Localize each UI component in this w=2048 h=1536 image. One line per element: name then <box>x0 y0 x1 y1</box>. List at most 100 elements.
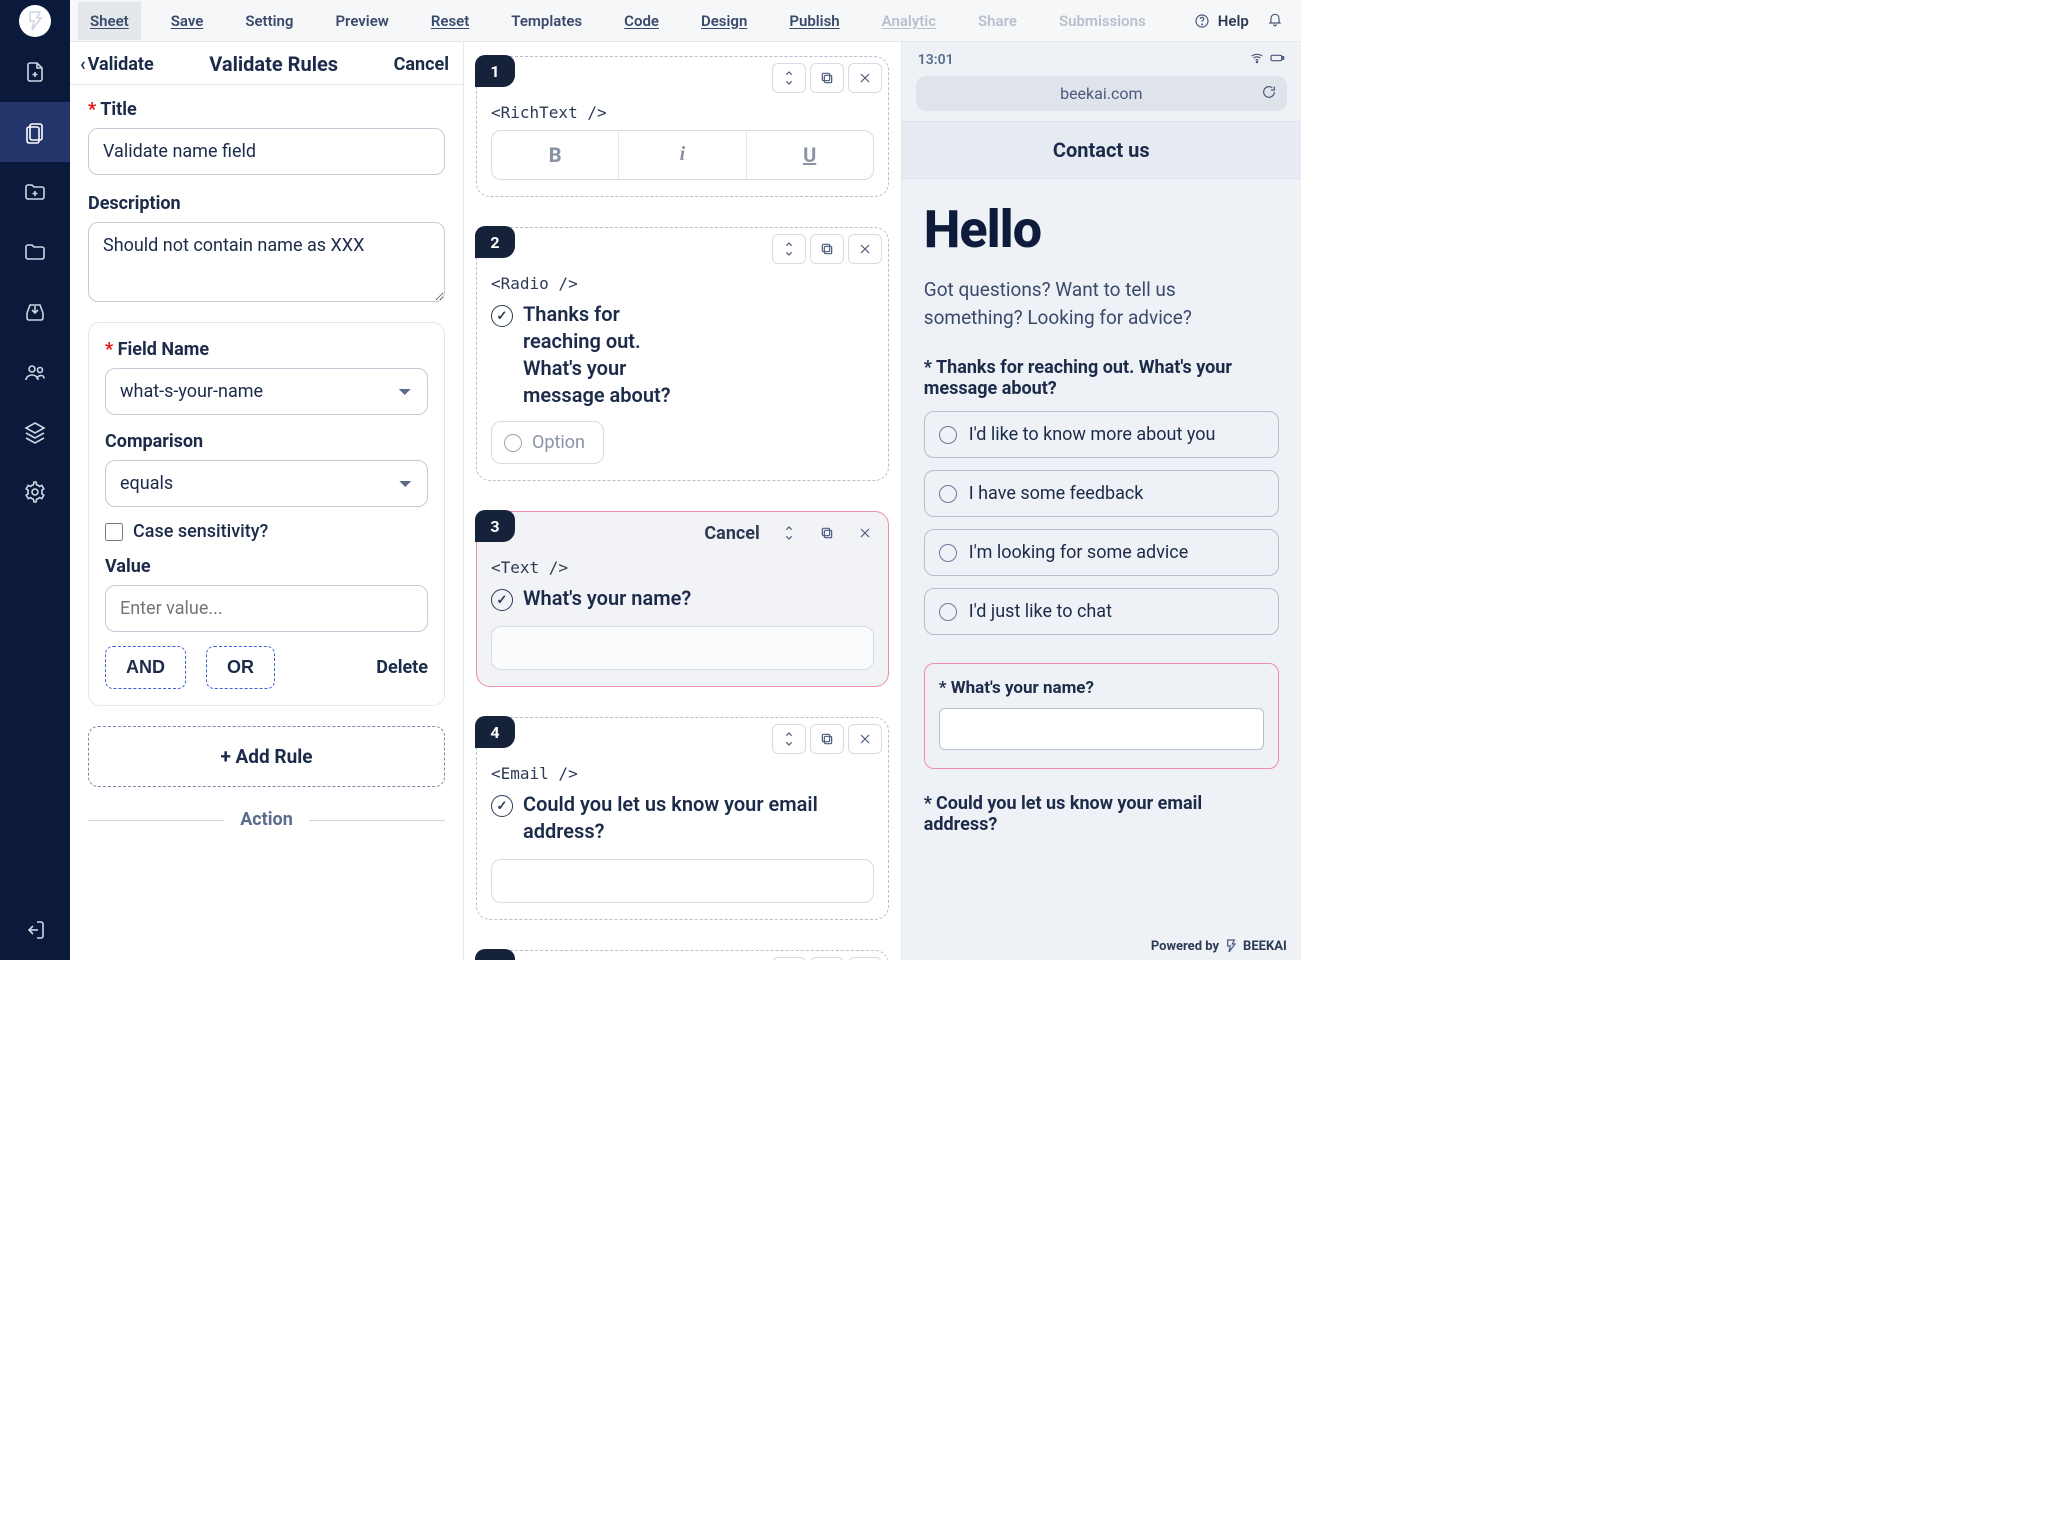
rail-folder[interactable] <box>0 222 70 282</box>
copy-icon[interactable] <box>810 63 844 93</box>
text-input-placeholder[interactable] <box>491 626 874 670</box>
rail-users[interactable] <box>0 342 70 402</box>
preview-option[interactable]: I'm looking for some advice <box>924 529 1279 576</box>
block-number: 4 <box>475 716 515 748</box>
status-icons <box>1249 50 1284 70</box>
preview-option[interactable]: I'd like to know more about you <box>924 411 1279 458</box>
preview-options: I'd like to know more about you I have s… <box>924 411 1279 635</box>
menu-templates[interactable]: Templates <box>499 2 594 40</box>
block-text[interactable]: 3 Cancel <Text /> What's your name? <box>476 511 889 687</box>
chevron-left-icon: ‹ <box>80 54 86 75</box>
move-icon[interactable] <box>772 518 806 548</box>
rule-group: Field Name what-s-your-name Comparison e… <box>88 322 445 706</box>
menu-analytic: Analytic <box>870 2 948 40</box>
move-icon[interactable] <box>772 63 806 93</box>
block-number: 5 <box>475 949 515 960</box>
add-rule-button[interactable]: + Add Rule <box>88 726 445 787</box>
rail-settings[interactable] <box>0 462 70 522</box>
value-label: Value <box>105 556 428 577</box>
close-icon[interactable] <box>848 234 882 264</box>
close-icon[interactable] <box>848 724 882 754</box>
side-rail <box>0 0 70 960</box>
menu-sheet[interactable]: Sheet <box>78 2 141 40</box>
copy-icon[interactable] <box>810 518 844 548</box>
description-input[interactable]: Should not contain name as XXX <box>88 222 445 302</box>
wifi-icon <box>1249 50 1265 66</box>
copy-icon[interactable] <box>810 724 844 754</box>
title-input[interactable] <box>88 128 445 175</box>
block-cancel[interactable]: Cancel <box>704 523 759 544</box>
block-radio[interactable]: 2 <Radio /> Thanks for reaching out. Wha… <box>476 227 889 481</box>
status-clock: 13:01 <box>918 52 954 68</box>
or-button[interactable]: OR <box>206 646 275 689</box>
radio-icon <box>939 426 957 444</box>
menu-reset[interactable]: Reset <box>419 2 481 40</box>
menubar: Sheet Save Setting Preview Reset Templat… <box>70 0 1301 42</box>
move-icon[interactable] <box>772 724 806 754</box>
required-check-icon <box>491 305 513 327</box>
rail-logout[interactable] <box>0 900 70 960</box>
bold-button[interactable]: B <box>492 131 619 179</box>
rail-clipboard[interactable] <box>0 102 70 162</box>
format-toolbar: B i U <box>491 130 874 180</box>
rail-new-file[interactable] <box>0 42 70 102</box>
panel-cancel[interactable]: Cancel <box>394 54 449 75</box>
copy-icon[interactable] <box>810 957 844 960</box>
copy-icon[interactable] <box>810 234 844 264</box>
value-input[interactable] <box>105 585 428 632</box>
block-email[interactable]: 4 <Email /> Could you let us know your e… <box>476 717 889 920</box>
battery-icon <box>1269 50 1285 66</box>
preview-name-input[interactable] <box>939 708 1264 750</box>
notifications-icon[interactable] <box>1267 11 1283 31</box>
italic-button[interactable]: i <box>619 131 746 179</box>
back-to-validate[interactable]: ‹ Validate <box>80 54 154 75</box>
radio-icon <box>504 434 522 452</box>
menu-publish[interactable]: Publish <box>777 2 851 40</box>
menu-setting[interactable]: Setting <box>233 2 305 40</box>
help-icon <box>1194 13 1210 29</box>
required-check-icon <box>491 795 513 817</box>
powered-by: Powered by BEEKAI <box>1151 938 1287 954</box>
rail-layers[interactable] <box>0 402 70 462</box>
rail-new-folder[interactable] <box>0 162 70 222</box>
close-icon[interactable] <box>848 63 882 93</box>
action-section-header: Action <box>88 809 445 830</box>
radio-option[interactable]: Option <box>491 421 604 464</box>
preview-url-bar[interactable]: beekai.com <box>916 76 1287 111</box>
delete-rule-button[interactable]: Delete <box>376 657 428 678</box>
radio-icon <box>939 485 957 503</box>
move-icon[interactable] <box>772 957 806 960</box>
block-tag: <Email /> <box>491 764 874 783</box>
description-label: Description <box>88 193 445 214</box>
preview-option[interactable]: I have some feedback <box>924 470 1279 517</box>
preview-question-1: *Thanks for reaching out. What's your me… <box>924 357 1279 399</box>
underline-button[interactable]: U <box>747 131 873 179</box>
and-button[interactable]: AND <box>105 646 186 689</box>
move-icon[interactable] <box>772 234 806 264</box>
block-question: Could you let us know your email address… <box>523 791 874 845</box>
preview-name-field: * What's your name? <box>924 663 1279 769</box>
menu-help[interactable]: Help <box>1194 12 1249 30</box>
menu-save[interactable]: Save <box>159 2 216 40</box>
back-label: Validate <box>88 54 154 75</box>
menu-code[interactable]: Code <box>612 2 671 40</box>
block-richtext[interactable]: 1 <RichText /> B i U <box>476 56 889 197</box>
case-sensitivity-checkbox[interactable]: Case sensitivity? <box>105 521 428 542</box>
logo-icon <box>19 5 51 37</box>
block-tag: <RichText /> <box>491 103 874 122</box>
menu-preview[interactable]: Preview <box>323 2 400 40</box>
preview-option[interactable]: I'd just like to chat <box>924 588 1279 635</box>
block-stub[interactable]: 5 <box>476 950 889 960</box>
menu-design[interactable]: Design <box>689 2 759 40</box>
preview-pane: 13:01 beekai.com Contact us Hello Got qu… <box>901 42 1301 960</box>
email-input-placeholder[interactable] <box>491 859 874 903</box>
block-tag: <Radio /> <box>491 274 874 293</box>
preview-question-3: *Could you let us know your email addres… <box>924 793 1279 835</box>
reload-icon[interactable] <box>1261 84 1277 104</box>
close-icon[interactable] <box>848 518 882 548</box>
rail-inbox[interactable] <box>0 282 70 342</box>
close-icon[interactable] <box>848 957 882 960</box>
case-sensitivity-input[interactable] <box>105 523 123 541</box>
comparison-select[interactable]: equals <box>105 460 428 507</box>
field-name-select[interactable]: what-s-your-name <box>105 368 428 415</box>
